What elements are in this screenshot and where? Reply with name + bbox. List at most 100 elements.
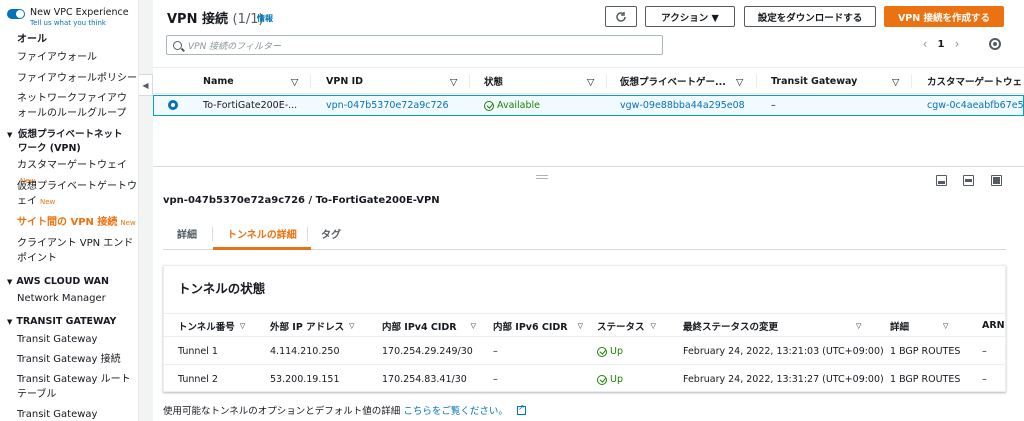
column-status[interactable]: ステータス ▽ bbox=[597, 314, 656, 337]
cell-inner-ipv6: – bbox=[493, 374, 498, 385]
column-tunnel-number[interactable]: トンネル番号 ▽ bbox=[178, 314, 245, 337]
sidebar-section-transit-gateway[interactable]: ▼ TRANSIT GATEWAY bbox=[7, 315, 137, 329]
sort-icon: ▽ bbox=[239, 321, 246, 330]
tab-tags[interactable]: タグ bbox=[321, 217, 341, 249]
tab-details[interactable]: 詳細 bbox=[177, 217, 197, 249]
view-bottom-icon[interactable] bbox=[936, 175, 947, 186]
cell-inner-ipv4: 170.254.29.249/30 bbox=[382, 346, 473, 357]
sort-icon[interactable]: ▽ bbox=[892, 77, 899, 88]
learn-more-link[interactable]: こちらをご覧ください。 bbox=[403, 406, 508, 417]
row-radio-button[interactable] bbox=[168, 100, 178, 110]
new-vpc-experience-toggle[interactable]: New VPC Experience Tell us what you thin… bbox=[7, 7, 129, 28]
cell-external-ip: 4.114.210.250 bbox=[270, 346, 340, 357]
pagination: ‹ 1 › bbox=[917, 37, 965, 51]
search-icon bbox=[173, 40, 182, 50]
sidebar-item-site-to-site-vpn[interactable]: サイト間の VPN 接続 New bbox=[17, 215, 137, 231]
sidebar-section-cloud-wan[interactable]: ▼ AWS CLOUD WAN bbox=[7, 275, 137, 289]
detail-tabs: 詳細 トンネルの詳細 タグ bbox=[163, 217, 1006, 250]
cell-detail: 1 BGP ROUTES bbox=[890, 346, 961, 357]
cell-last-change: February 24, 2022, 13:31:27 (UTC+09:00) bbox=[683, 374, 884, 385]
column-vgw[interactable]: 仮想プライベートゲー... bbox=[620, 68, 726, 94]
column-last-status-change[interactable]: 最終ステータスの変更 ▽ bbox=[683, 314, 861, 337]
info-link[interactable]: 情報 bbox=[257, 13, 273, 24]
sidebar-item-firewall-policy[interactable]: ファイアウォールポリシー bbox=[17, 71, 137, 86]
resize-handle[interactable] bbox=[536, 175, 548, 179]
search-input[interactable]: VPN 接続のフィルター bbox=[166, 35, 663, 55]
cell-vgw[interactable]: vgw-09e88bba44a295e08 bbox=[620, 96, 745, 115]
table-row[interactable]: To-FortiGate200E-... vpn-047b5370e72a9c7… bbox=[153, 95, 1024, 116]
external-link-icon bbox=[516, 403, 526, 415]
caret-down-icon: ▼ bbox=[7, 278, 13, 286]
cell-arn: – bbox=[982, 346, 987, 357]
view-full-icon[interactable] bbox=[991, 175, 1002, 186]
tab-tunnel-details[interactable]: トンネルの詳細 bbox=[213, 217, 311, 250]
column-external-ip[interactable]: 外部 IP アドレス ▽ bbox=[270, 314, 355, 337]
card-title: トンネルの状態 bbox=[178, 281, 266, 296]
sidebar-item-firewall[interactable]: ファイアウォール bbox=[17, 50, 137, 65]
page-title: VPN 接続 (1/1) bbox=[167, 12, 264, 27]
column-state[interactable]: 状態 bbox=[484, 68, 503, 94]
sort-icon: ▽ bbox=[349, 321, 355, 330]
sort-icon: ▽ bbox=[856, 321, 862, 330]
cell-tgw: – bbox=[771, 100, 776, 111]
search-placeholder: VPN 接続のフィルター bbox=[188, 41, 281, 52]
sort-icon[interactable]: ▽ bbox=[587, 77, 594, 88]
column-transit-gateway[interactable]: Transit Gateway bbox=[771, 68, 857, 94]
sort-icon[interactable]: ▽ bbox=[291, 77, 298, 88]
refresh-button[interactable] bbox=[605, 6, 637, 27]
cell-external-ip: 53.200.19.151 bbox=[270, 374, 340, 385]
cell-state: Available bbox=[484, 96, 540, 115]
cell-arn: – bbox=[982, 374, 987, 385]
sort-icon[interactable]: ▽ bbox=[736, 77, 743, 88]
chevron-right-icon[interactable]: › bbox=[949, 37, 965, 51]
column-vpn-id[interactable]: VPN ID bbox=[326, 68, 363, 94]
sidebar-item-network-manager[interactable]: Network Manager bbox=[17, 291, 137, 306]
sort-icon: ▽ bbox=[577, 321, 584, 330]
toggle-title: New VPC Experience bbox=[30, 7, 129, 18]
sort-icon: ▽ bbox=[650, 321, 656, 330]
actions-dropdown[interactable]: アクション ▼ bbox=[645, 6, 735, 27]
cell-vpn-id[interactable]: vpn-047b5370e72a9c726 bbox=[326, 96, 449, 115]
cell-cgw[interactable]: cgw-0c4aeabfb67e5 bbox=[927, 96, 1024, 115]
status-ok-icon bbox=[597, 374, 607, 385]
cell-status: Up bbox=[597, 366, 623, 393]
page-number[interactable]: 1 bbox=[933, 39, 949, 50]
column-inner-ipv6[interactable]: 内部 IPv6 CIDR ▽ bbox=[493, 314, 583, 337]
cell-inner-ipv4: 170.254.83.41/30 bbox=[382, 374, 467, 385]
feedback-link[interactable]: Tell us what you think bbox=[30, 18, 129, 28]
column-name[interactable]: Name bbox=[203, 68, 234, 94]
caret-left-icon: ◀ bbox=[142, 80, 149, 90]
column-customer-gateway[interactable]: カスタマーゲートウェ bbox=[927, 68, 1022, 94]
sidebar-item-all[interactable]: オール bbox=[17, 32, 137, 47]
cell-name: To-FortiGate200E-... bbox=[203, 100, 298, 111]
cell-detail: 1 BGP ROUTES bbox=[890, 374, 961, 385]
gear-icon[interactable] bbox=[989, 38, 1001, 50]
column-details[interactable]: 詳細 ▽ bbox=[890, 314, 948, 337]
toggle-switch-icon[interactable] bbox=[7, 9, 25, 19]
sidebar-item-client-vpn[interactable]: クライアント VPN エンドポイント bbox=[17, 236, 137, 266]
cell-tunnel: Tunnel 2 bbox=[178, 374, 218, 385]
cell-status: Up bbox=[597, 338, 623, 365]
sidebar-item-transit-gateway[interactable]: Transit Gateway bbox=[17, 332, 137, 347]
sidebar-item-virtual-private-gateway[interactable]: 仮想プライベートゲートウェイ New bbox=[17, 179, 137, 210]
chevron-left-icon[interactable]: ‹ bbox=[917, 37, 933, 51]
cell-last-change: February 24, 2022, 13:21:03 (UTC+09:00) bbox=[683, 346, 884, 357]
vpn-connections-panel: VPN 接続 (1/1) 情報 アクション ▼ 設定をダウンロードする VPN … bbox=[153, 0, 1024, 166]
column-arn[interactable]: ARN bbox=[982, 314, 1005, 337]
sidebar-item-tgw-route-tables[interactable]: Transit Gateway ルートテーブル bbox=[17, 372, 135, 402]
sidebar-item-rule-groups[interactable]: ネットワークファイアウォールのルールグループ bbox=[17, 91, 135, 121]
sidebar-section-vpn[interactable]: ▼ 仮想プライベートネットワーク (VPN) bbox=[7, 128, 137, 156]
sidebar: New VPC Experience Tell us what you thin… bbox=[0, 0, 139, 421]
collapse-sidebar-button[interactable]: ◀ bbox=[139, 74, 153, 96]
download-config-button[interactable]: 設定をダウンロードする bbox=[744, 6, 876, 27]
sort-icon: ▽ bbox=[943, 321, 949, 330]
table-row: Tunnel 2 53.200.19.151 170.254.83.41/30 … bbox=[164, 366, 1007, 393]
detail-title: vpn-047b5370e72a9c726 / To-FortiGate200E… bbox=[163, 195, 440, 206]
sort-icon[interactable]: ▽ bbox=[450, 77, 457, 88]
sidebar-item-tgw-attachments[interactable]: Transit Gateway 接続 bbox=[17, 352, 137, 367]
view-split-icon[interactable] bbox=[963, 175, 974, 186]
sort-icon: ▽ bbox=[470, 321, 477, 330]
sidebar-item-tgw-multicast[interactable]: Transit Gateway Multicast bbox=[17, 407, 137, 421]
column-inner-ipv4[interactable]: 内部 IPv4 CIDR ▽ bbox=[382, 314, 476, 337]
create-vpn-button[interactable]: VPN 接続を作成する bbox=[884, 6, 1004, 27]
